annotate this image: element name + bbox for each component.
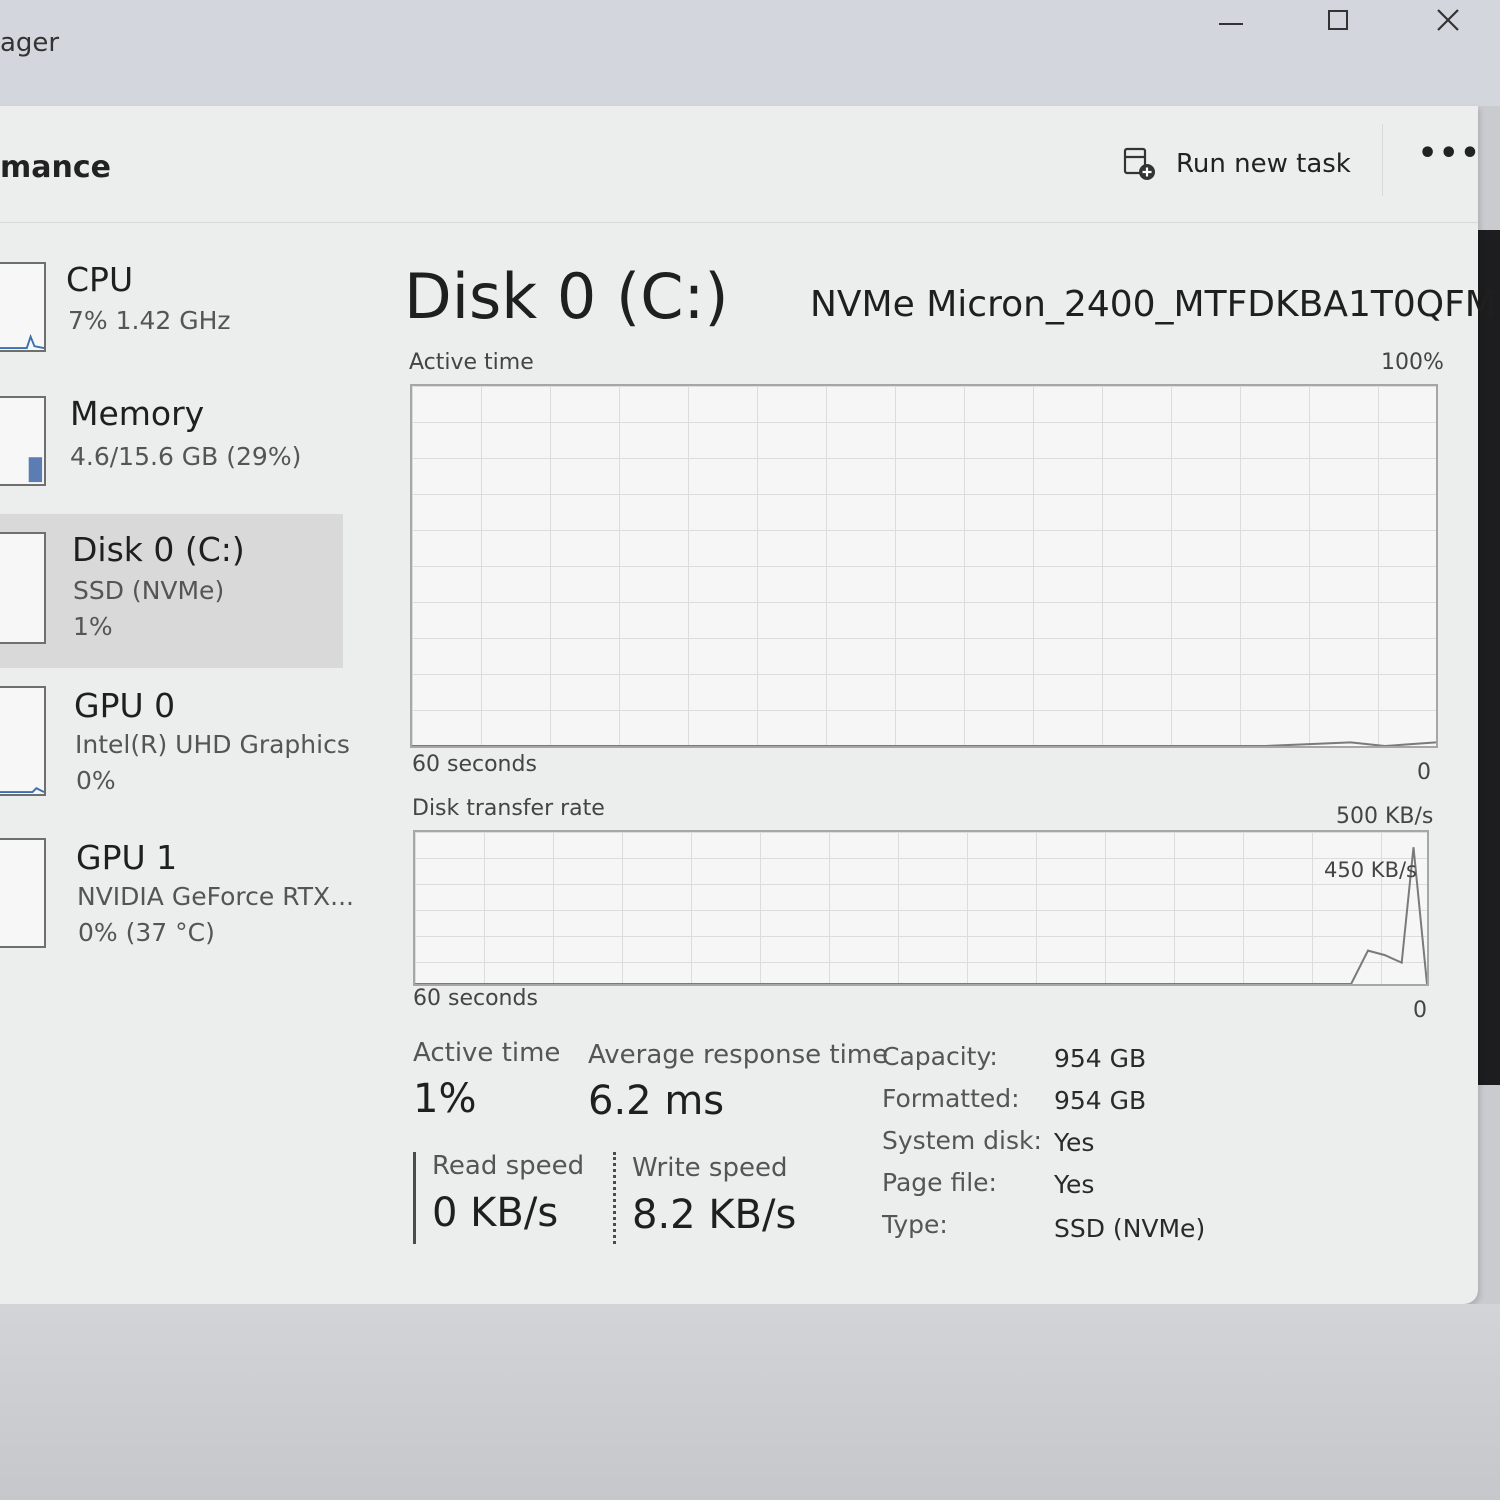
- page-title: mance: [0, 150, 111, 185]
- sidebar-item-memory[interactable]: Memory 4.6/15.6 GB (29%): [0, 380, 343, 500]
- background-edge: [1478, 230, 1500, 1085]
- write-speed-legend-line: [613, 1152, 616, 1244]
- title-bar: ager: [0, 0, 1500, 106]
- transfer-rate-series-line: [415, 847, 1427, 984]
- run-new-task-button[interactable]: Run new task: [1122, 138, 1351, 190]
- capacity-key: Capacity:: [882, 1042, 998, 1071]
- read-speed-value: 0 KB/s: [432, 1190, 559, 1236]
- read-speed-legend-line: [413, 1152, 416, 1244]
- sidebar-item-subtitle: 7% 1.42 GHz: [68, 306, 231, 335]
- maximize-icon: [1328, 10, 1348, 30]
- write-speed-value: 8.2 KB/s: [632, 1192, 797, 1238]
- sidebar-item-usage: 0% (37 °C): [78, 918, 215, 947]
- sidebar-item-subtitle: SSD (NVMe): [73, 576, 225, 605]
- sidebar-item-usage: 1%: [73, 612, 113, 641]
- active-time-graph-duration: 60 seconds: [412, 752, 537, 777]
- disk-title: Disk 0 (C:): [404, 260, 729, 333]
- active-time-graph-label: Active time: [409, 350, 534, 375]
- type-key: Type:: [882, 1210, 948, 1239]
- read-speed-label: Read speed: [432, 1151, 585, 1181]
- transfer-rate-graph-min: 0: [1413, 998, 1427, 1023]
- active-time-graph: [410, 384, 1438, 748]
- sidebar-item-subtitle: 4.6/15.6 GB (29%): [70, 442, 302, 471]
- sidebar-item-subtitle: NVIDIA GeForce RTX...: [77, 882, 354, 911]
- run-new-task-label: Run new task: [1176, 149, 1351, 179]
- sidebar-item-disk-0[interactable]: Disk 0 (C:) SSD (NVMe) 1%: [0, 514, 343, 668]
- task-manager-window: mance Run new task ••• CPU 7% 1.42 GHz M…: [0, 106, 1496, 1304]
- capacity-value: 954 GB: [1054, 1044, 1147, 1073]
- active-time-series-line: [412, 741, 1436, 746]
- sidebar-item-title: GPU 1: [76, 838, 178, 877]
- system-disk-value: Yes: [1054, 1128, 1095, 1157]
- avg-response-stat-label: Average response time: [588, 1040, 889, 1070]
- sidebar-item-gpu-0[interactable]: GPU 0 Intel(R) UHD Graphics 0%: [0, 672, 350, 812]
- desktop-background: [0, 1304, 1500, 1500]
- transfer-rate-graph-duration: 60 seconds: [413, 986, 538, 1011]
- sidebar-item-title: CPU: [66, 260, 134, 299]
- run-task-icon: [1123, 147, 1155, 180]
- write-speed-label: Write speed: [632, 1153, 788, 1183]
- avg-response-stat-value: 6.2 ms: [588, 1078, 725, 1124]
- active-time-graph-min: 0: [1417, 760, 1431, 785]
- more-options-button[interactable]: •••: [1418, 136, 1482, 171]
- minimize-icon: [1219, 23, 1243, 25]
- gpu1-thumbnail-graph: [0, 838, 46, 948]
- command-bar-separator: [1382, 124, 1383, 196]
- sidebar-item-cpu[interactable]: CPU 7% 1.42 GHz: [0, 244, 343, 364]
- transfer-rate-peak-label: 450 KB/s: [1324, 858, 1417, 882]
- memory-thumbnail-graph: [0, 396, 46, 486]
- sidebar-item-subtitle: Intel(R) UHD Graphics: [75, 730, 350, 759]
- close-button[interactable]: [1413, 0, 1483, 40]
- page-file-key: Page file:: [882, 1168, 997, 1197]
- disk-thumbnail-graph: [0, 532, 46, 644]
- minimize-button[interactable]: [1196, 0, 1266, 40]
- page-file-value: Yes: [1054, 1170, 1095, 1199]
- sidebar-item-title: Memory: [70, 394, 205, 433]
- sidebar-item-usage: 0%: [76, 766, 116, 795]
- app-title: ager: [0, 28, 60, 58]
- cpu-thumbnail-graph: [0, 262, 46, 352]
- maximize-button[interactable]: [1303, 0, 1373, 40]
- sidebar-item-gpu-1[interactable]: GPU 1 NVIDIA GeForce RTX... 0% (37 °C): [0, 824, 354, 964]
- active-time-stat-value: 1%: [413, 1076, 477, 1122]
- system-disk-key: System disk:: [882, 1126, 1042, 1155]
- gpu0-thumbnail-graph: [0, 686, 46, 796]
- command-bar: mance Run new task •••: [0, 106, 1480, 223]
- formatted-key: Formatted:: [882, 1084, 1020, 1113]
- transfer-rate-graph-max: 500 KB/s: [1336, 804, 1434, 829]
- formatted-value: 954 GB: [1054, 1086, 1147, 1115]
- type-value: SSD (NVMe): [1054, 1214, 1206, 1243]
- transfer-rate-graph-label: Disk transfer rate: [412, 796, 605, 821]
- close-icon: [1437, 9, 1459, 31]
- sidebar-item-title: GPU 0: [74, 686, 176, 725]
- active-time-stat-label: Active time: [413, 1038, 561, 1068]
- sidebar-item-title: Disk 0 (C:): [72, 530, 245, 569]
- transfer-rate-graph: 450 KB/s: [413, 830, 1429, 986]
- disk-model-name: NVMe Micron_2400_MTFDKBA1T0QFM: [810, 284, 1496, 325]
- active-time-graph-max: 100%: [1381, 350, 1444, 375]
